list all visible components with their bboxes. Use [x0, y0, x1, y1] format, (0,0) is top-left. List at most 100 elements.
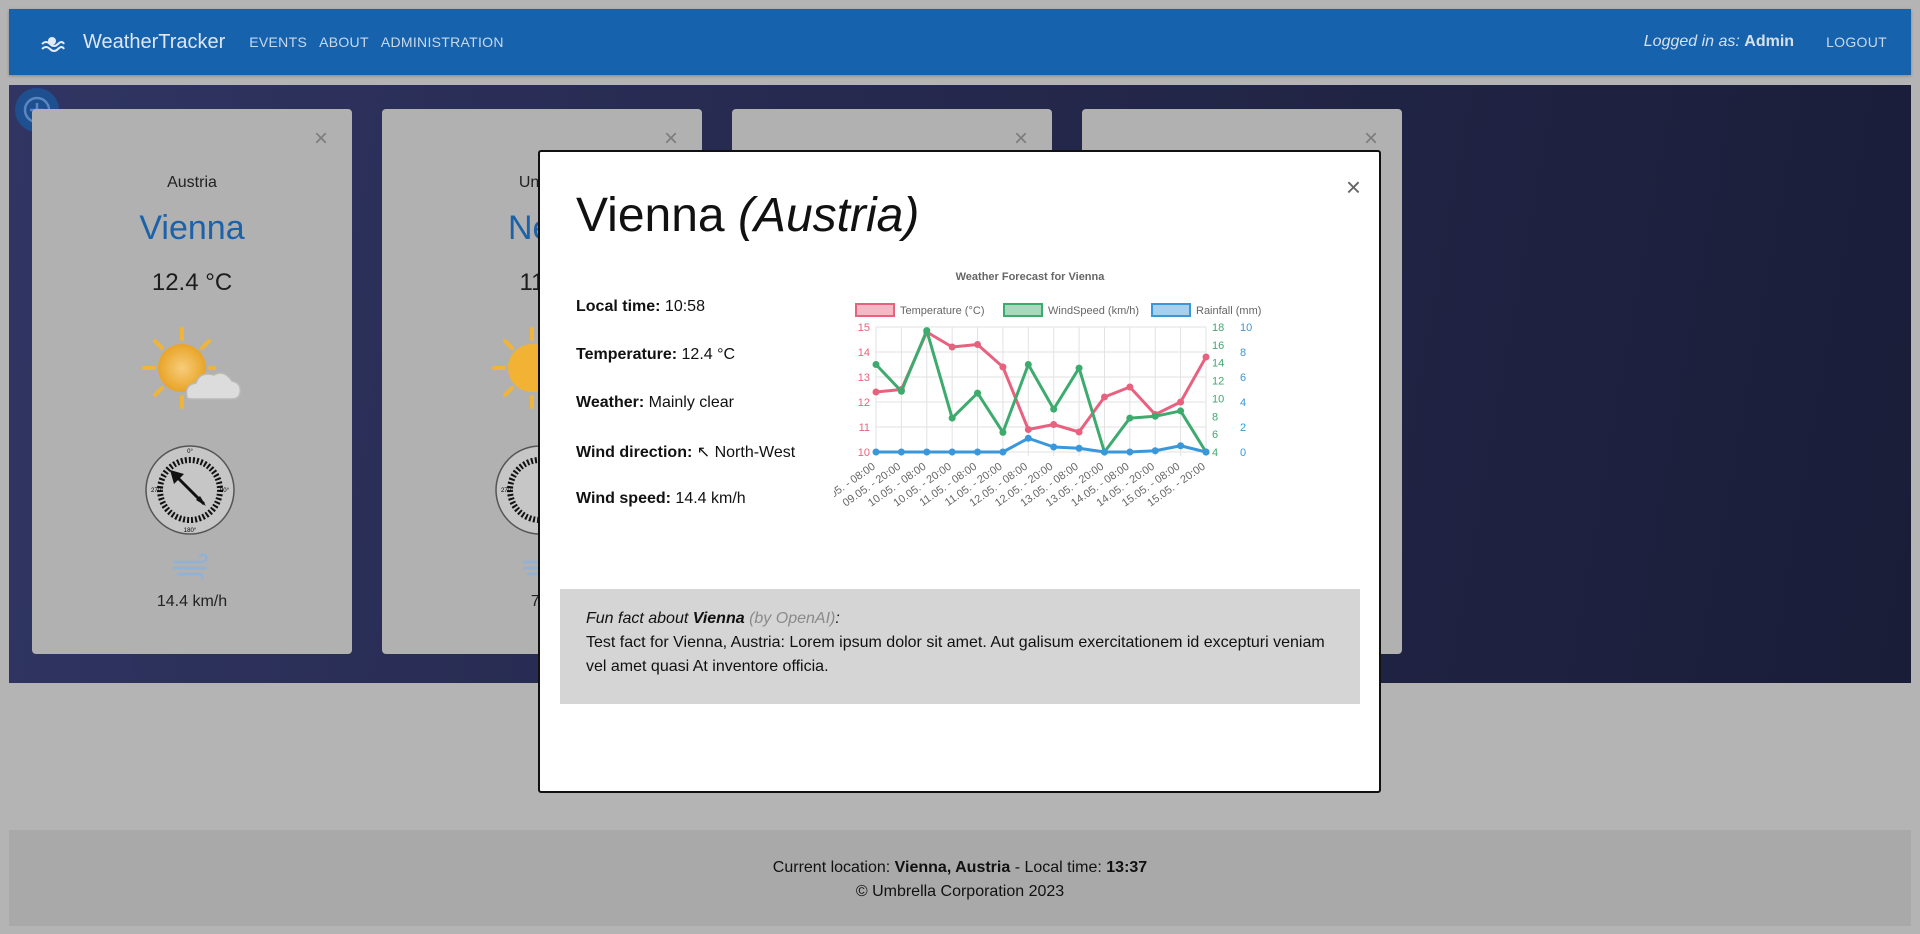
data-point [1075, 428, 1083, 436]
brand-name[interactable]: WeatherTracker [83, 31, 225, 54]
data-point [897, 387, 905, 395]
card-close-button[interactable]: × [664, 127, 678, 151]
compass-label-s: 180° [184, 528, 197, 534]
y1-tick-label: 13 [858, 372, 870, 384]
y1-tick-label: 12 [858, 397, 870, 409]
weather-forecast-chart: Weather Forecast for Vienna Temperature (… [834, 271, 1261, 509]
info-local-time: Local time: 10:58 [576, 298, 795, 346]
card-country: Austria [167, 174, 217, 191]
info-label: Weather: [576, 394, 645, 411]
compass-label-w: 270° [501, 488, 514, 494]
fun-fact-text: Test fact for Vienna, Austria: Lorem ips… [586, 634, 1325, 675]
data-point [897, 448, 905, 456]
info-wind-direction: Wind direction: ↖ North-West [576, 442, 795, 490]
y2-tick-label: 12 [1212, 376, 1224, 388]
legend-label: WindSpeed (km/h) [1048, 305, 1139, 317]
card-close-button[interactable]: × [1364, 127, 1378, 151]
info-label: Wind direction: [576, 444, 693, 461]
data-point [1151, 412, 1159, 420]
y3-tick-label: 10 [1240, 322, 1252, 334]
info-label: Wind speed: [576, 490, 671, 507]
data-point [872, 388, 880, 396]
compass-label-w: 270° [151, 488, 164, 494]
y3-tick-label: 2 [1240, 422, 1246, 434]
data-point [1202, 353, 1210, 361]
data-point [999, 363, 1007, 371]
footer-location-line: Current location: Vienna, Austria - Loca… [9, 856, 1911, 880]
city-detail-modal: × Vienna (Austria) Local time: 10:58 Tem… [538, 150, 1381, 793]
data-point [923, 327, 931, 335]
data-point [872, 448, 880, 456]
data-point [948, 343, 956, 351]
chart-title: Weather Forecast for Vienna [956, 271, 1106, 283]
modal-title: Vienna (Austria) [576, 188, 919, 243]
data-point [1202, 448, 1210, 456]
card-close-button[interactable]: × [1014, 127, 1028, 151]
fun-fact-prefix: Fun fact about [586, 610, 689, 627]
legend-swatch [1151, 303, 1191, 317]
info-value: 12.4 °C [681, 346, 736, 363]
nav-link-events[interactable]: EVENTS [249, 34, 307, 50]
data-point [1050, 405, 1058, 413]
card-temperature: 12.4 °C [151, 269, 233, 296]
logo-icon[interactable] [33, 22, 73, 62]
info-temperature: Temperature: 12.4 °C [576, 346, 795, 394]
modal-close-button[interactable]: × [1346, 174, 1361, 200]
data-point [1050, 443, 1058, 451]
data-point [1100, 448, 1108, 456]
fun-fact-source: (by OpenAI) [749, 610, 836, 627]
data-point [1177, 407, 1185, 415]
data-point [1075, 364, 1083, 372]
info-weather: Weather: Mainly clear [576, 394, 795, 442]
data-point [1024, 361, 1032, 368]
data-point [1177, 442, 1185, 450]
nav-link-about[interactable]: ABOUT [319, 34, 369, 50]
data-point [1024, 426, 1032, 433]
card-city: Vienna [139, 209, 245, 247]
compass-label-e: 90° [220, 488, 230, 494]
fun-fact-city: Vienna [692, 610, 745, 627]
data-point [872, 361, 880, 368]
fun-fact-colon: : [835, 610, 840, 627]
data-point [974, 341, 982, 348]
data-point [1126, 383, 1134, 391]
data-point [923, 448, 931, 456]
legend-label: Temperature (°C) [900, 305, 984, 317]
data-point [1075, 444, 1083, 452]
modal-title-city: Vienna [576, 189, 725, 242]
logged-in-label: Logged in as: Admin [1644, 33, 1794, 51]
data-point [1177, 398, 1185, 406]
info-label: Local time: [576, 298, 661, 315]
info-value: Mainly clear [648, 394, 734, 411]
y3-tick-label: 4 [1240, 397, 1246, 409]
data-point [948, 448, 956, 456]
navbar: WeatherTracker EVENTS ABOUT ADMINISTRATI… [9, 9, 1911, 75]
data-point [1126, 448, 1134, 456]
weather-info-list: Local time: 10:58 Temperature: 12.4 °C W… [576, 298, 795, 538]
legend-label: Rainfall (mm) [1196, 305, 1261, 317]
data-point [999, 448, 1007, 456]
footer-location-prefix: Current location: [772, 859, 891, 876]
legend-swatch [855, 303, 895, 317]
footer: Current location: Vienna, Austria - Loca… [9, 830, 1911, 926]
nav-link-administration[interactable]: ADMINISTRATION [381, 34, 504, 50]
y3-tick-label: 0 [1240, 447, 1246, 459]
y3-tick-label: 8 [1240, 347, 1246, 359]
y3-tick-label: 6 [1240, 372, 1246, 384]
modal-title-country: (Austria) [737, 189, 920, 242]
y2-tick-label: 4 [1212, 447, 1218, 459]
footer-location: Vienna, Austria [894, 859, 1011, 876]
data-point [1050, 421, 1058, 428]
city-card-vienna[interactable]: × Austria Vienna 12.4 °C 0° 90° 180° 270… [32, 109, 352, 654]
y2-tick-label: 10 [1212, 393, 1224, 405]
data-point [948, 414, 956, 422]
info-label: Temperature: [576, 346, 678, 363]
fun-fact-heading: Fun fact about Vienna (by OpenAI): [586, 607, 1334, 631]
y2-tick-label: 18 [1212, 322, 1224, 334]
series-line-1 [874, 329, 1208, 454]
footer-copyright: © Umbrella Corporation 2023 [855, 883, 1065, 900]
logout-button[interactable]: LOGOUT [1826, 34, 1887, 50]
card-close-button[interactable]: × [314, 127, 328, 151]
y1-tick-label: 15 [858, 322, 870, 334]
legend-swatch [1003, 303, 1043, 317]
